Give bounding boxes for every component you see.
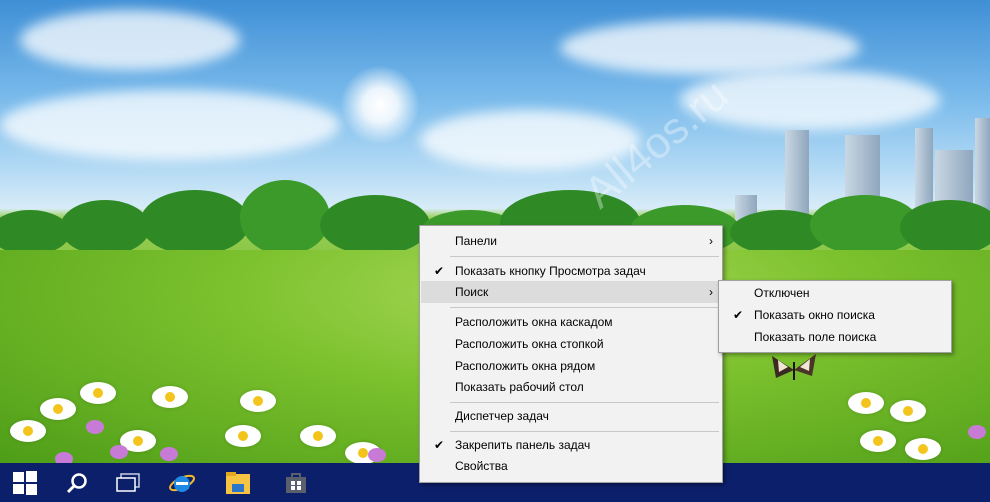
windows-logo-icon [13,470,37,495]
daisy [152,386,188,408]
menu-item-label: Расположить окна стопкой [455,337,604,351]
search-submenu: Отключен ✔ Показать окно поиска Показать… [718,280,952,353]
submenu-item-show-search-field[interactable]: Показать поле поиска [720,326,950,348]
menu-item-label: Показать поле поиска [754,330,877,344]
pink-flower [55,452,73,463]
submenu-item-show-search-box[interactable]: ✔ Показать окно поиска [720,304,950,326]
menu-item-label: Диспетчер задач [455,409,549,423]
chevron-right-icon: › [709,285,713,299]
butterfly [772,354,816,380]
daisy [80,382,116,404]
checkmark-icon: ✔ [732,308,744,322]
menu-item-side-by-side-windows[interactable]: Расположить окна рядом [421,355,721,377]
store-button[interactable] [272,463,320,502]
taskbar-context-menu: Панели › ✔ Показать кнопку Просмотра зад… [419,225,723,483]
checkmark-icon: ✔ [433,264,445,278]
menu-item-label: Свойства [455,459,508,473]
folder-icon [226,471,250,494]
daisy [300,425,336,447]
task-view-button[interactable] [104,463,152,502]
menu-item-properties[interactable]: Свойства [421,455,721,477]
menu-item-task-manager[interactable]: Диспетчер задач [421,405,721,427]
store-icon [286,472,306,493]
menu-item-label: Показать кнопку Просмотра задач [455,264,646,278]
pink-flower [968,425,986,439]
menu-item-label: Поиск [455,285,489,299]
menu-item-cascade-windows[interactable]: Расположить окна каскадом [421,311,721,333]
pink-flower [160,447,178,461]
menu-separator [450,307,719,308]
daisy [905,438,941,460]
menu-item-label: Показать рабочий стол [455,380,584,394]
menu-item-label: Расположить окна каскадом [455,315,613,329]
daisy [860,430,896,452]
menu-separator [450,402,719,403]
chevron-right-icon: › [709,234,713,248]
menu-item-label: Панели [455,234,497,248]
sun [340,65,420,145]
start-button[interactable] [1,463,49,502]
submenu-item-disabled[interactable]: Отключен [720,282,950,304]
daisy [40,398,76,420]
menu-item-label: Отключен [754,286,810,300]
internet-explorer-button[interactable] [158,463,206,502]
internet-explorer-icon [169,474,195,492]
menu-separator [450,431,719,432]
menu-item-label: Показать окно поиска [754,308,875,322]
menu-item-stack-windows[interactable]: Расположить окна стопкой [421,333,721,355]
daisy [10,420,46,442]
menu-item-label: Закрепить панель задач [455,438,591,452]
cloud [0,90,340,160]
menu-item-search[interactable]: Поиск › [421,281,721,303]
pink-flower [86,420,104,434]
cloud [20,10,240,70]
checkmark-icon: ✔ [433,438,445,452]
pink-flower [110,445,128,459]
file-explorer-button[interactable] [214,463,262,502]
menu-item-label: Расположить окна рядом [455,359,596,373]
daisy [240,390,276,412]
menu-item-toolbars[interactable]: Панели › [421,230,721,252]
daisy [225,425,261,447]
menu-separator [450,256,719,257]
search-button[interactable] [53,463,101,502]
pink-flower [368,448,386,462]
daisy [848,392,884,414]
task-view-icon [116,472,140,492]
search-icon [66,472,87,493]
menu-item-show-task-view-button[interactable]: ✔ Показать кнопку Просмотра задач [421,260,721,282]
menu-item-show-desktop[interactable]: Показать рабочий стол [421,376,721,398]
cloud [560,20,860,75]
daisy [890,400,926,422]
menu-item-lock-taskbar[interactable]: ✔ Закрепить панель задач [421,434,721,456]
